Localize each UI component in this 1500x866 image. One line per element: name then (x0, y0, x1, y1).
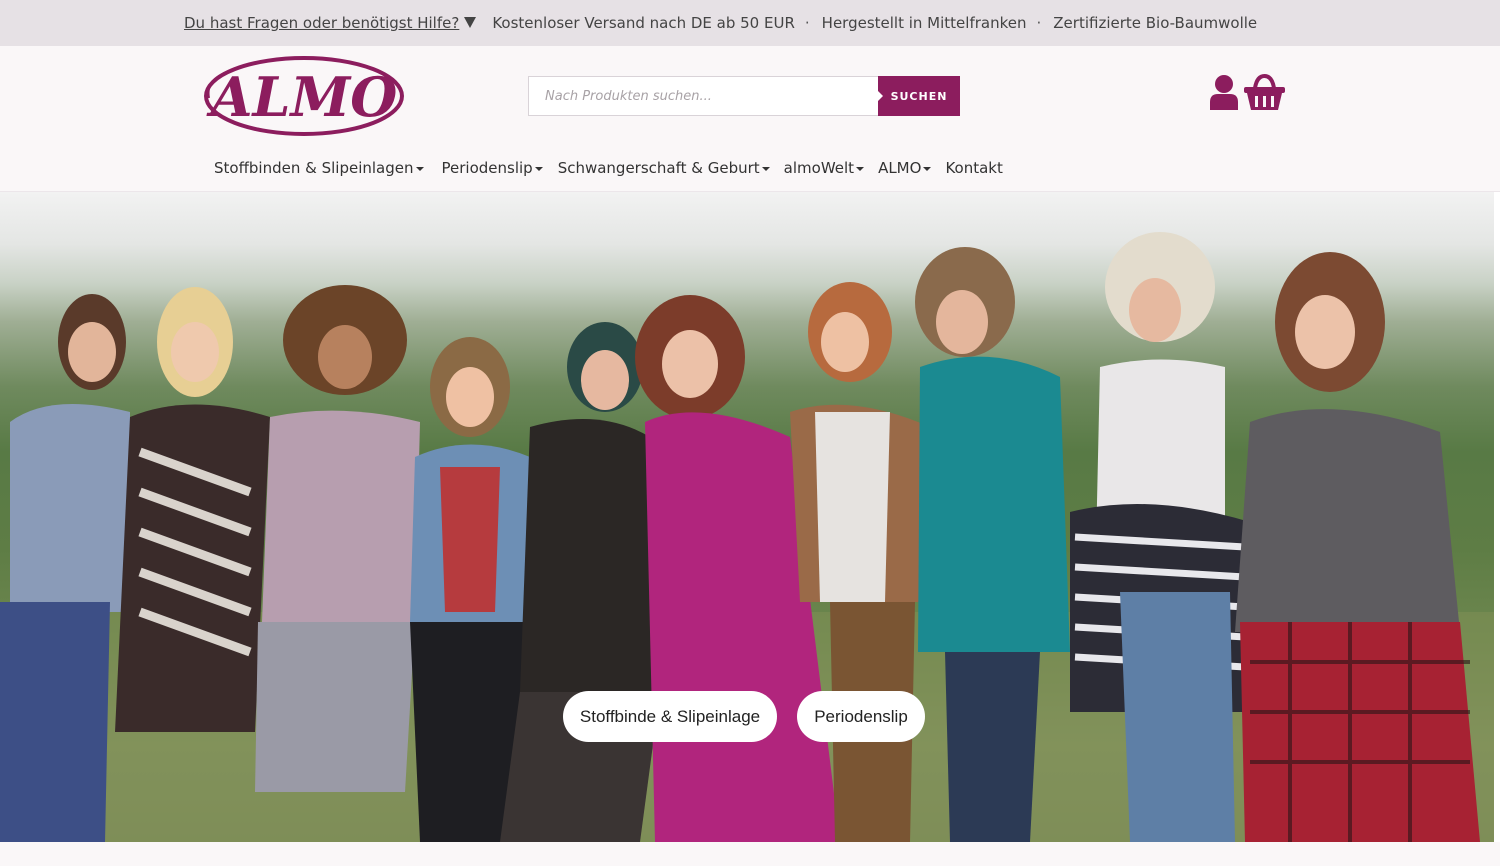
main-navigation: Stoffbinden & Slipeinlagen Periodenslip … (214, 156, 1003, 180)
hero-banner: Stoffbinde & Slipeinlage Periodenslip (0, 192, 1494, 842)
caret-down-icon (534, 166, 543, 171)
separator: · (1036, 14, 1042, 32)
nav-item-almowelt[interactable]: almoWelt (783, 159, 865, 177)
caret-down-icon (415, 166, 424, 171)
usp-shipping: Kostenloser Versand nach DE ab 50 EUR (492, 14, 795, 32)
nav-item-kontakt[interactable]: Kontakt (945, 159, 1002, 177)
site-header: ALMO SUCHEN Stoffbinden & Slipeinlagen P… (0, 46, 1500, 192)
nav-item-schwangerschaft[interactable]: Schwangerschaft & Geburt (558, 159, 770, 177)
top-info-bar: Du hast Fragen oder benötigst Hilfe? Kos… (0, 0, 1500, 46)
nav-item-label: almoWelt (783, 159, 855, 177)
almo-logo[interactable]: ALMO (203, 56, 405, 136)
hero-photo-group-of-women (0, 232, 1494, 842)
nav-item-stoffbinden[interactable]: Stoffbinden & Slipeinlagen (214, 159, 424, 177)
product-search: SUCHEN (528, 76, 960, 116)
usp-made-in: Hergestellt in Mittelfranken (821, 14, 1027, 32)
user-icon-graphic (1210, 75, 1238, 110)
help-link[interactable]: Du hast Fragen oder benötigst Hilfe? (184, 14, 477, 32)
nav-item-label: Kontakt (945, 159, 1003, 177)
caret-down-icon (923, 166, 932, 171)
search-input[interactable] (528, 76, 878, 116)
nav-item-label: Periodenslip (441, 159, 533, 177)
caret-down-icon (761, 166, 770, 171)
help-link-label: Du hast Fragen oder benötigst Hilfe? (184, 14, 460, 32)
below-hero-strip (0, 842, 1500, 866)
basket-icon-graphic (1244, 73, 1285, 110)
nav-item-label: Schwangerschaft & Geburt (557, 159, 760, 177)
caret-down-icon (856, 166, 865, 171)
search-button[interactable]: SUCHEN (878, 76, 960, 116)
separator: · (804, 14, 810, 32)
nav-item-periodenslip[interactable]: Periodenslip (442, 159, 543, 177)
nav-item-label: ALMO (878, 159, 922, 177)
top-info-bar-content: Du hast Fragen oder benötigst Hilfe? Kos… (184, 0, 1257, 46)
nav-item-label: Stoffbinden & Slipeinlagen (214, 159, 414, 177)
hero-button-stoffbinde[interactable]: Stoffbinde & Slipeinlage (563, 691, 777, 742)
triangle-down-icon (464, 17, 477, 28)
logo-text: ALMO (206, 65, 398, 129)
hero-button-periodenslip[interactable]: Periodenslip (797, 691, 925, 742)
logo-graphic: ALMO (204, 56, 404, 136)
cart-icon[interactable] (1243, 73, 1286, 113)
usp-organic-cotton: Zertifizierte Bio-Baumwolle (1053, 14, 1258, 32)
account-icon[interactable] (1207, 74, 1241, 112)
nav-item-almo[interactable]: ALMO (878, 159, 932, 177)
